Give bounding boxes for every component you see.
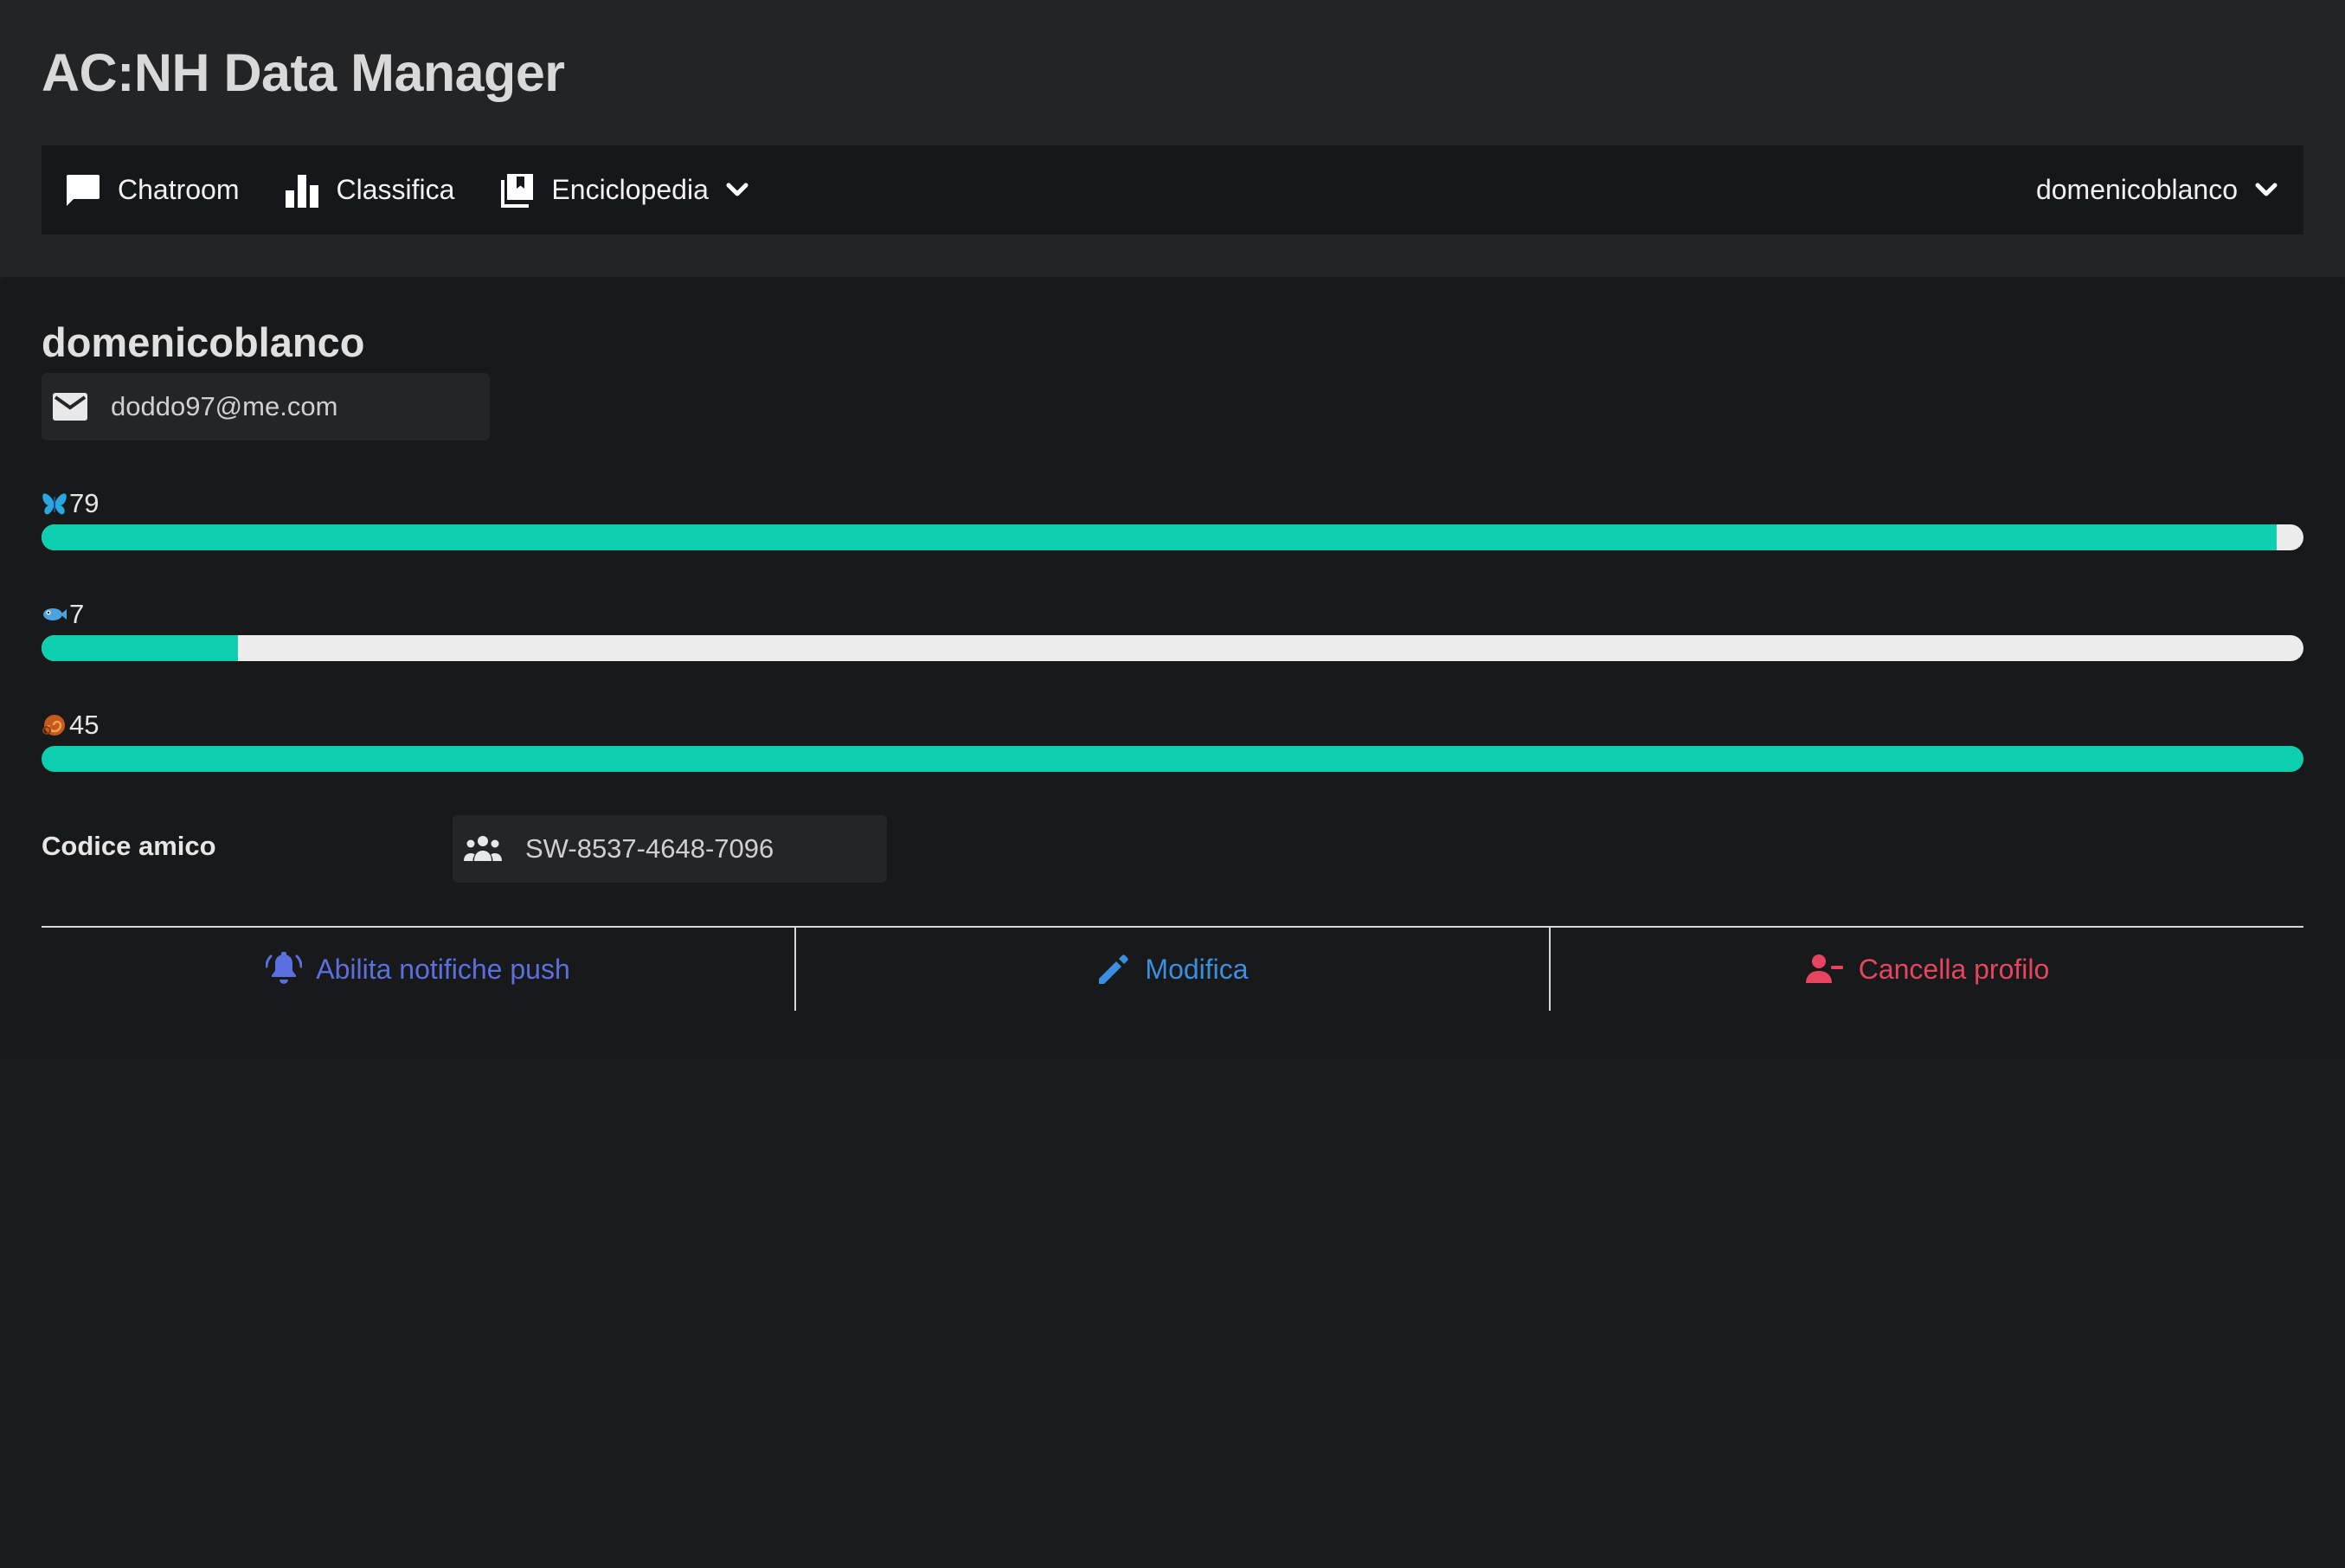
stat-progress-fill — [42, 746, 2303, 772]
stat-value: 79 — [69, 488, 100, 518]
user-menu[interactable]: domenicoblanco — [2014, 145, 2303, 235]
friend-code-value: SW-8537-4648-7096 — [525, 833, 774, 864]
bell-icon — [266, 951, 303, 987]
bar-chart-icon — [285, 173, 319, 208]
edit-profile-button[interactable]: Modifica — [794, 928, 1549, 1011]
action-label: Abilita notifiche push — [316, 953, 570, 985]
fossil-icon — [42, 713, 67, 737]
enable-push-notifications-button[interactable]: Abilita notifiche push — [42, 928, 794, 1011]
fish-icon — [42, 602, 67, 627]
nav-item-enciclopedia[interactable]: Enciclopedia — [477, 145, 770, 235]
action-label: Modifica — [1145, 953, 1249, 985]
nav-item-label: Classifica — [336, 174, 455, 205]
app-title: AC:NH Data Manager — [42, 43, 565, 102]
stat-fossil: 45 — [42, 708, 99, 742]
chat-bubble-icon — [64, 173, 100, 208]
delete-profile-button[interactable]: Cancella profilo — [1549, 928, 2303, 1011]
users-group-icon — [463, 833, 503, 864]
stat-progress-bar — [42, 524, 2303, 550]
friend-code-label: Codice amico — [42, 831, 216, 861]
nav-item-classifica[interactable]: Classifica — [262, 145, 478, 235]
pencil-icon — [1096, 952, 1131, 986]
email-value: doddo97@me.com — [111, 391, 338, 421]
stat-progress-fill — [42, 635, 239, 661]
nav-item-label: Enciclopedia — [551, 174, 709, 205]
stat-butterfly: 79 — [42, 486, 99, 521]
nav-item-chatroom[interactable]: Chatroom — [42, 145, 262, 235]
nav-item-label: Chatroom — [118, 174, 240, 205]
stat-progress-bar — [42, 746, 2303, 772]
envelope-icon — [52, 392, 88, 421]
profile-actions: Abilita notifiche push Modifica Cancella… — [42, 928, 2303, 1011]
chevron-down-icon — [726, 183, 748, 198]
stat-progress-fill — [42, 524, 2277, 550]
navbar: Chatroom Classifica Enciclopedia domenic… — [42, 145, 2303, 235]
user-menu-label: domenicoblanco — [2035, 174, 2238, 205]
chevron-down-icon — [2255, 183, 2278, 198]
action-label: Cancella profilo — [1858, 953, 2050, 985]
stat-value: 45 — [69, 710, 100, 740]
user-minus-icon — [1805, 954, 1845, 985]
butterfly-icon — [42, 492, 67, 516]
email-field: doddo97@me.com — [42, 373, 490, 440]
library-icon — [499, 173, 534, 208]
stat-progress-bar — [42, 635, 2303, 661]
stat-fish: 7 — [42, 597, 84, 632]
profile-username: domenicoblanco — [42, 319, 365, 365]
stat-value: 7 — [69, 599, 85, 629]
friend-code-field: SW-8537-4648-7096 — [453, 815, 887, 883]
